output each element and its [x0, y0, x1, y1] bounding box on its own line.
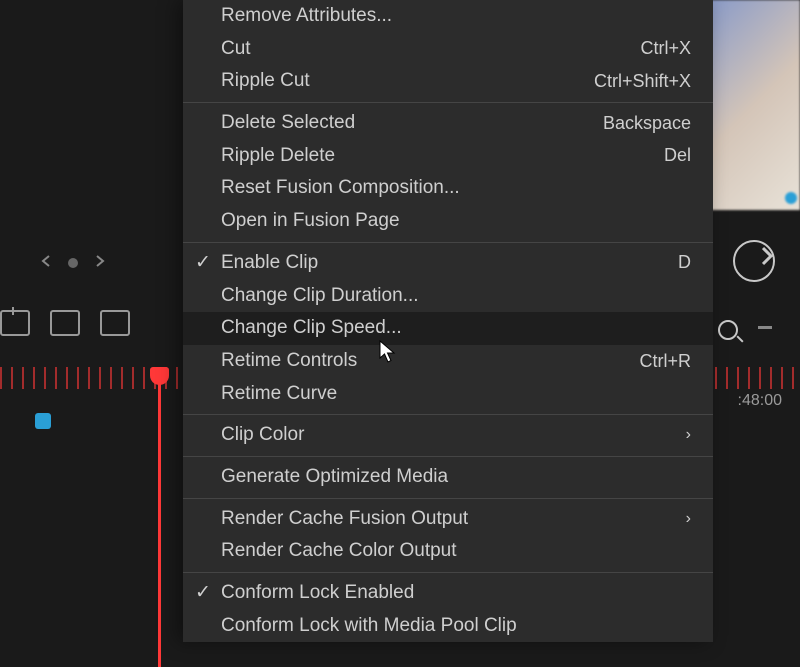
chevron-right-icon: › [686, 509, 691, 530]
menu-item-label: Conform Lock with Media Pool Clip [221, 614, 691, 639]
insert-tool-icon[interactable] [0, 310, 30, 336]
timecode-label: :48:00 [738, 392, 782, 410]
menu-item-label: Cut [221, 37, 640, 62]
chevron-right-icon: › [686, 425, 691, 446]
loop-icon[interactable] [733, 240, 775, 282]
menu-item-label: Clip Color [221, 423, 686, 448]
menu-item-label: Conform Lock Enabled [221, 581, 691, 606]
page-dot-icon [68, 258, 78, 268]
menu-item-render-cache-color-output[interactable]: Render Cache Color Output [183, 535, 713, 568]
menu-item-label: Render Cache Color Output [221, 539, 691, 564]
menu-item-shortcut: Del [664, 144, 691, 167]
menu-item-ripple-cut[interactable]: Ripple CutCtrl+Shift+X [183, 65, 713, 98]
menu-item-label: Retime Curve [221, 382, 691, 407]
menu-item-change-clip-duration[interactable]: Change Clip Duration... [183, 280, 713, 313]
menu-item-delete-selected[interactable]: Delete SelectedBackspace [183, 107, 713, 140]
menu-separator [183, 456, 713, 457]
next-arrow-icon[interactable] [94, 252, 106, 274]
menu-item-shortcut: D [678, 251, 691, 274]
menu-item-label: Retime Controls [221, 349, 639, 374]
menu-item-retime-curve[interactable]: Retime Curve [183, 378, 713, 411]
menu-item-remove-attributes[interactable]: Remove Attributes... [183, 0, 713, 33]
menu-item-label: Generate Optimized Media [221, 465, 691, 490]
menu-separator [183, 242, 713, 243]
menu-item-label: Open in Fusion Page [221, 209, 691, 234]
menu-item-reset-fusion-composition[interactable]: Reset Fusion Composition... [183, 172, 713, 205]
menu-item-shortcut: Ctrl+R [639, 350, 691, 373]
clip-context-menu: Remove Attributes...CutCtrl+XRipple CutC… [183, 0, 713, 642]
menu-item-clip-color[interactable]: Clip Color› [183, 419, 713, 452]
check-icon: ✓ [195, 251, 211, 276]
zoom-out-icon[interactable] [758, 326, 772, 329]
menu-item-generate-optimized-media[interactable]: Generate Optimized Media [183, 461, 713, 494]
menu-item-label: Render Cache Fusion Output [221, 507, 686, 532]
menu-item-label: Delete Selected [221, 111, 603, 136]
overwrite-tool-icon[interactable] [50, 310, 80, 336]
menu-item-conform-lock-with-media-pool-clip[interactable]: Conform Lock with Media Pool Clip [183, 610, 713, 643]
menu-item-label: Ripple Cut [221, 69, 594, 94]
menu-item-label: Reset Fusion Composition... [221, 176, 691, 201]
menu-item-label: Change Clip Duration... [221, 284, 691, 309]
menu-separator [183, 414, 713, 415]
menu-item-label: Remove Attributes... [221, 4, 691, 29]
menu-separator [183, 102, 713, 103]
menu-item-label: Enable Clip [221, 251, 678, 276]
menu-item-cut[interactable]: CutCtrl+X [183, 33, 713, 66]
menu-item-shortcut: Ctrl+Shift+X [594, 70, 691, 93]
menu-item-render-cache-fusion-output[interactable]: Render Cache Fusion Output› [183, 503, 713, 536]
check-icon: ✓ [195, 581, 211, 606]
prev-arrow-icon[interactable] [40, 252, 52, 274]
menu-item-ripple-delete[interactable]: Ripple DeleteDel [183, 140, 713, 173]
preview-thumbnail [710, 0, 800, 210]
menu-item-label: Ripple Delete [221, 144, 664, 169]
menu-item-change-clip-speed[interactable]: Change Clip Speed... [183, 312, 713, 345]
menu-item-enable-clip[interactable]: ✓ Enable ClipD [183, 247, 713, 280]
menu-separator [183, 572, 713, 573]
search-icon[interactable] [718, 320, 738, 340]
timeline-marker[interactable] [35, 413, 51, 429]
menu-item-retime-controls[interactable]: Retime ControlsCtrl+R [183, 345, 713, 378]
playhead[interactable] [158, 367, 161, 667]
swap-tool-icon[interactable] [100, 310, 130, 336]
menu-item-shortcut: Ctrl+X [640, 37, 691, 60]
menu-item-shortcut: Backspace [603, 112, 691, 135]
menu-separator [183, 498, 713, 499]
menu-item-conform-lock-enabled[interactable]: ✓ Conform Lock Enabled [183, 577, 713, 610]
menu-item-open-in-fusion-page[interactable]: Open in Fusion Page [183, 205, 713, 238]
menu-item-label: Change Clip Speed... [221, 316, 691, 341]
